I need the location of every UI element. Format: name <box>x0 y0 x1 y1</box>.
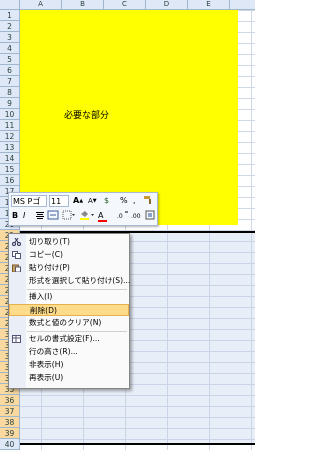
cell-text: 必要な部分 <box>64 111 110 121</box>
comma-button[interactable]: , <box>133 195 139 207</box>
menu-item-cut[interactable]: 切り取り(T) <box>9 236 129 248</box>
menu-item-label: 貼り付け(P) <box>29 263 70 272</box>
menu-item-label: 削除(D) <box>30 306 57 315</box>
row-header[interactable]: 39 <box>0 428 20 439</box>
fill-color-icon[interactable] <box>79 210 95 222</box>
row-header[interactable]: 36 <box>0 395 20 406</box>
format-cells-icon <box>12 335 21 343</box>
decrease-decimal-icon[interactable]: .00 <box>131 210 143 222</box>
font-color-button[interactable]: A <box>98 210 114 222</box>
row-header[interactable]: 9 <box>0 98 20 109</box>
row-header[interactable]: 4 <box>0 43 20 54</box>
copy-icon <box>12 251 21 259</box>
scissors-icon <box>12 237 21 246</box>
menu-separator <box>27 331 127 332</box>
context-menu: 切り取り(T) コピー(C) 貼り付け(P) 形式を選択して貼り付け(S)...… <box>8 233 130 389</box>
svg-text:.00: .00 <box>131 213 141 220</box>
row-header[interactable]: 7 <box>0 76 20 87</box>
merge-center-icon[interactable] <box>47 210 60 222</box>
row-header[interactable]: 1 <box>0 10 20 21</box>
row-header[interactable]: 2 <box>0 21 20 32</box>
row-header[interactable]: 11 <box>0 120 20 131</box>
column-header-bar: A B C D E <box>0 0 255 10</box>
italic-button[interactable]: I <box>23 210 32 222</box>
merge-cells-icon[interactable] <box>145 210 155 222</box>
row-header[interactable]: 38 <box>0 417 20 428</box>
menu-item-label: コピー(C) <box>29 250 64 259</box>
menu-item-copy[interactable]: コピー(C) <box>9 249 129 261</box>
menu-item-label: 数式と値のクリア(N) <box>29 318 102 327</box>
row-header[interactable]: 13 <box>0 142 20 153</box>
menu-item-label: 再表示(U) <box>29 373 64 382</box>
font-size-box[interactable]: 11 <box>49 195 69 207</box>
row-header[interactable]: 8 <box>0 87 20 98</box>
align-center-icon[interactable] <box>35 210 45 222</box>
percent-button[interactable]: % <box>120 195 130 207</box>
column-header-d[interactable]: D <box>146 0 188 9</box>
spreadsheet-window: A B C D E 1 2 3 4 5 6 7 8 9 10 11 12 13 … <box>0 0 255 450</box>
bold-button[interactable]: B <box>12 210 21 222</box>
menu-item-insert[interactable]: 挿入(I) <box>9 291 129 303</box>
row-header[interactable]: 10 <box>0 109 20 120</box>
currency-button[interactable]: $ <box>104 195 116 207</box>
row-header[interactable]: 37 <box>0 406 20 417</box>
column-header-b[interactable]: B <box>62 0 104 9</box>
borders-icon[interactable] <box>62 210 76 222</box>
select-all-corner[interactable] <box>0 0 20 9</box>
menu-separator <box>27 289 127 290</box>
menu-item-label: 切り取り(T) <box>29 237 70 246</box>
row-header[interactable]: 5 <box>0 54 20 65</box>
row-header[interactable]: 15 <box>0 164 20 175</box>
column-header-c[interactable]: C <box>104 0 146 9</box>
menu-item-paste[interactable]: 貼り付け(P) <box>9 262 129 274</box>
menu-item-label: 挿入(I) <box>29 292 53 301</box>
row-header[interactable]: 40 <box>0 439 20 450</box>
menu-item-label: 形式を選択して貼り付け(S)... <box>29 276 131 285</box>
row-header[interactable]: 12 <box>0 131 20 142</box>
menu-item-label: 非表示(H) <box>29 360 64 369</box>
shrink-font-button[interactable]: A▼ <box>88 195 98 207</box>
menu-item-row-height[interactable]: 行の高さ(R)... <box>9 346 129 358</box>
menu-item-paste-special[interactable]: 形式を選択して貼り付け(S)... <box>9 275 131 287</box>
row-header[interactable]: 14 <box>0 153 20 164</box>
menu-item-format-cells[interactable]: セルの書式設定(F)... <box>9 333 129 345</box>
font-name-value: MS Pゴ <box>13 197 41 206</box>
row-header[interactable]: 3 <box>0 32 20 43</box>
increase-decimal-icon[interactable]: .0 <box>117 210 129 222</box>
font-name-box[interactable]: MS Pゴ <box>11 195 47 207</box>
row-header[interactable]: 16 <box>0 175 20 186</box>
mini-toolbar: MS Pゴ 11 A▲ A▼ $ % , B I A .0 .00 <box>8 192 158 226</box>
svg-text:.0: .0 <box>117 213 123 220</box>
column-header-a[interactable]: A <box>20 0 62 9</box>
column-header-e[interactable]: E <box>188 0 230 9</box>
paste-icon <box>12 264 21 273</box>
grow-font-button[interactable]: A▲ <box>73 195 83 207</box>
menu-item-unhide[interactable]: 再表示(U) <box>9 372 129 384</box>
format-painter-icon[interactable] <box>143 195 154 207</box>
menu-item-delete[interactable]: 削除(D) <box>9 304 129 316</box>
font-size-value: 11 <box>51 197 62 206</box>
menu-item-clear-contents[interactable]: 数式と値のクリア(N) <box>9 317 129 329</box>
row-header[interactable]: 6 <box>0 65 20 76</box>
menu-item-label: セルの書式設定(F)... <box>29 334 100 343</box>
menu-item-hide[interactable]: 非表示(H) <box>9 359 129 371</box>
menu-item-label: 行の高さ(R)... <box>29 347 78 356</box>
